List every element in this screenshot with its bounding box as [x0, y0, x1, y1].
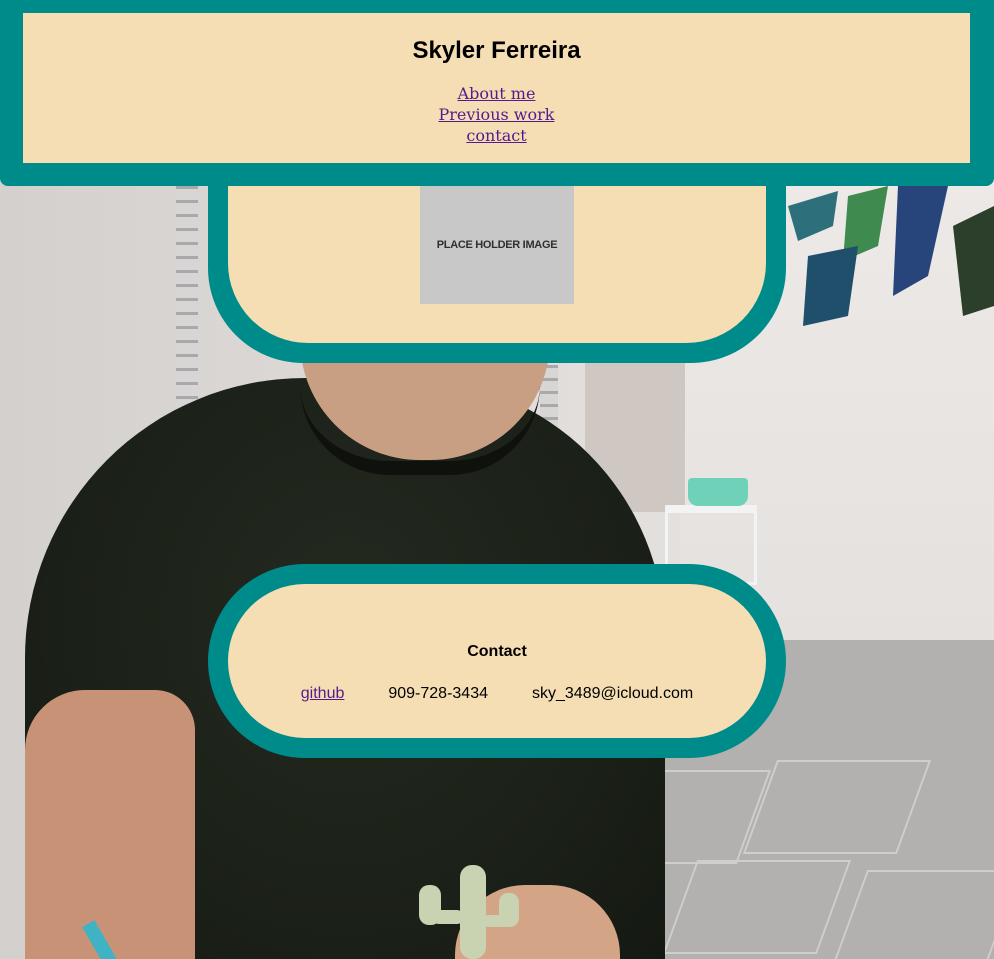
header-panel: Skyler Ferreira About me Previous work c… [23, 13, 970, 163]
nav-link-previous-work[interactable]: Previous work [23, 104, 970, 125]
contact-section: Contact github 909-728-3434 sky_3489@icl… [208, 564, 786, 758]
background-mural [788, 186, 994, 326]
github-link[interactable]: github [301, 685, 345, 703]
background-bucket [688, 478, 748, 506]
phone-number: 909-728-3434 [388, 685, 488, 702]
placeholder-image-text: PLACE HOLDER IMAGE [436, 239, 558, 251]
nav-link-contact[interactable]: contact [23, 125, 970, 146]
contact-title: Contact [467, 643, 527, 660]
background-person-arm [25, 690, 195, 959]
nav-link-about-me[interactable]: About me [23, 83, 970, 104]
contact-panel: Contact github 909-728-3434 sky_3489@icl… [228, 584, 766, 738]
site-header: Skyler Ferreira About me Previous work c… [0, 0, 994, 186]
placeholder-image: PLACE HOLDER IMAGE [420, 186, 574, 304]
main-nav: About me Previous work contact [23, 83, 970, 146]
site-title: Skyler Ferreira [412, 37, 581, 64]
background-cactus [419, 865, 519, 959]
contact-details: github 909-728-3434 sky_3489@icloud.com [228, 685, 766, 703]
background-rack [176, 186, 198, 406]
email-address: sky_3489@icloud.com [532, 685, 694, 702]
